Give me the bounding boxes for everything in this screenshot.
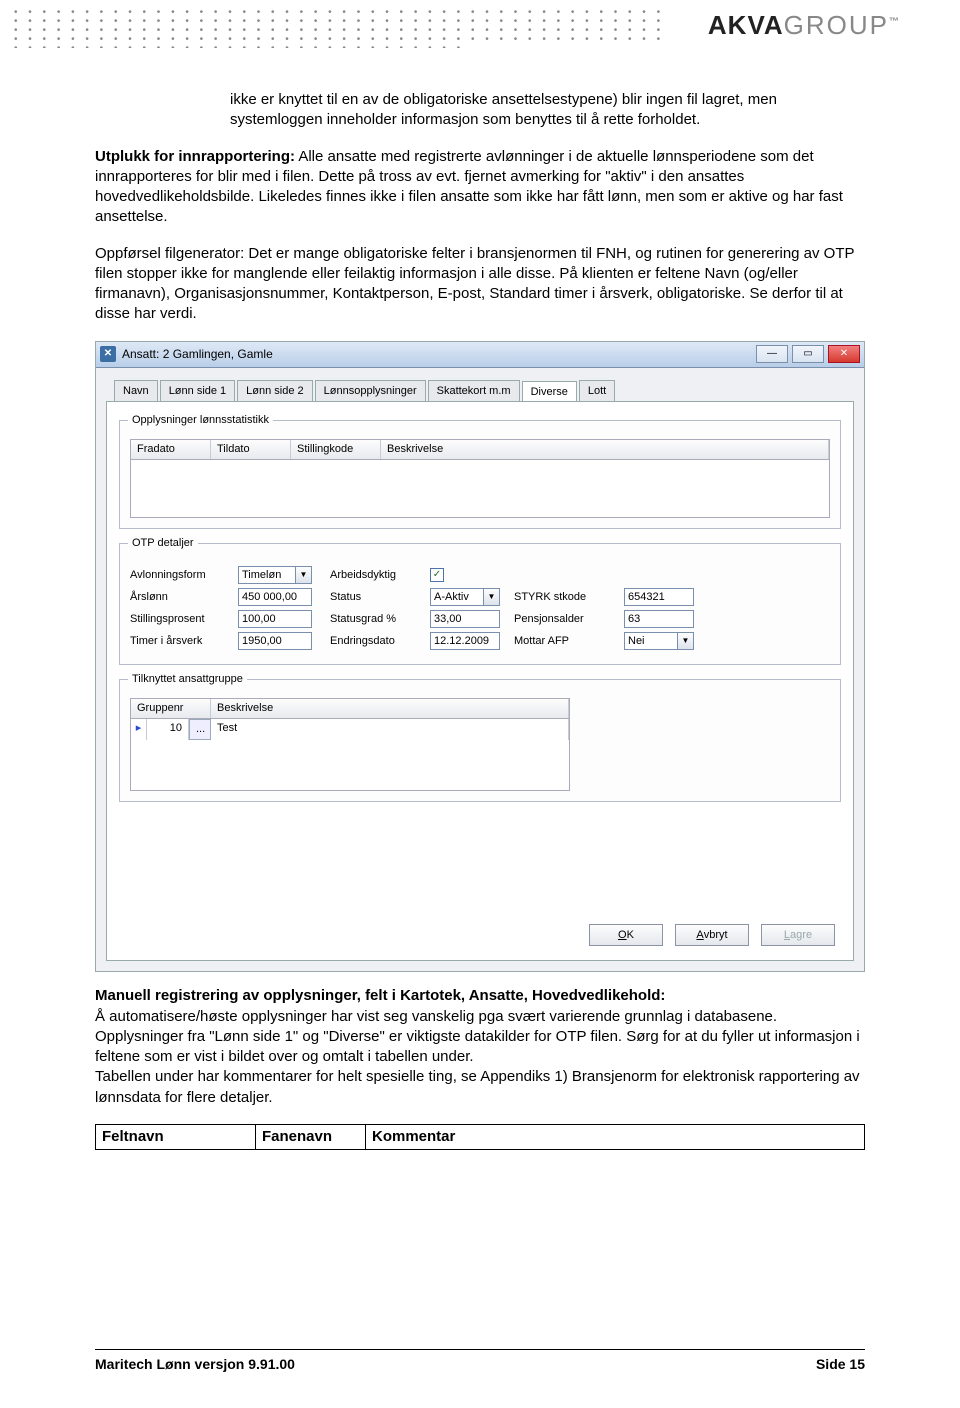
- th-feltnavn: Feltnavn: [96, 1124, 256, 1149]
- h2-text: Manuell registrering av opplysninger, fe…: [95, 987, 665, 1004]
- group-tilknyttet-ansattgruppe: Tilknyttet ansattgruppe Gruppenr Beskriv…: [119, 679, 841, 802]
- arslonn-input[interactable]: [238, 588, 312, 606]
- tab-lott[interactable]: Lott: [579, 380, 615, 402]
- group-otp-legend: OTP detaljer: [128, 536, 198, 551]
- status-input[interactable]: [430, 588, 484, 606]
- arbeidsdyktig-checkbox[interactable]: ✓: [430, 568, 444, 582]
- cell-gruppenr: 10: [147, 719, 189, 740]
- mottar-afp-dropdown[interactable]: ▼: [624, 632, 694, 650]
- logo-brand: AKVA: [708, 10, 784, 40]
- ellipsis-button[interactable]: ...: [189, 719, 211, 740]
- document-body: ikke er knyttet til en av de obligatoris…: [95, 90, 865, 1150]
- page-header: • • • • • • • • • • • • • • • • • • • • …: [0, 6, 960, 54]
- app-icon: ✕: [100, 346, 116, 362]
- window-title: Ansatt: 2 Gamlingen, Gamle: [122, 346, 273, 362]
- mottar-afp-input[interactable]: [624, 632, 678, 650]
- status-dropdown[interactable]: ▼: [430, 588, 500, 606]
- label-statusgrad: Statusgrad %: [330, 612, 430, 627]
- th-kommentar: Kommentar: [366, 1124, 865, 1149]
- col-tildato[interactable]: Tildato: [211, 440, 291, 459]
- footer-left: Maritech Lønn versjon 9.91.00: [95, 1356, 295, 1372]
- stats-grid-body[interactable]: [130, 460, 830, 518]
- th-fanenavn: Fanenavn: [256, 1124, 366, 1149]
- label-pensjonsalder: Pensjonsalder: [514, 612, 624, 627]
- stillingsprosent-input[interactable]: [238, 610, 312, 628]
- group-otp-detaljer: OTP detaljer Avlonningsform ▼ Arbeidsdyk…: [119, 543, 841, 665]
- label-status: Status: [330, 590, 430, 605]
- paragraph-oppforsel: Oppførsel filgenerator: Det er mange obl…: [95, 244, 865, 325]
- tab-lonn-side-2[interactable]: Lønn side 2: [237, 380, 312, 402]
- styrk-input[interactable]: [624, 588, 694, 606]
- save-button[interactable]: Lagre: [761, 924, 835, 946]
- endringsdato-input[interactable]: [430, 632, 500, 650]
- page-footer: Maritech Lønn versjon 9.91.00 Side 15: [95, 1349, 865, 1372]
- brand-logo: AKVAGROUP™: [708, 10, 900, 41]
- ansatt-grid-header: Gruppenr Beskrivelse: [130, 698, 570, 719]
- timer-input[interactable]: [238, 632, 312, 650]
- group-ansatt-legend: Tilknyttet ansattgruppe: [128, 672, 247, 687]
- col-beskrivelse[interactable]: Beskrivelse: [381, 440, 829, 459]
- ok-button[interactable]: OK: [589, 924, 663, 946]
- footer-right: Side 15: [816, 1356, 865, 1372]
- tab-skattekort[interactable]: Skattekort m.m: [428, 380, 520, 402]
- chevron-down-icon[interactable]: ▼: [484, 588, 500, 606]
- label-stillingsprosent: Stillingsprosent: [130, 612, 238, 627]
- header-dots: • • • • • • • • • • • • • • • • • • • • …: [14, 8, 674, 48]
- close-button[interactable]: ✕: [828, 345, 860, 363]
- field-table: Feltnavn Fanenavn Kommentar: [95, 1124, 865, 1150]
- tab-lonn-side-1[interactable]: Lønn side 1: [160, 380, 235, 402]
- cell-beskrivelse: Test: [211, 719, 569, 740]
- label-endringsdato: Endringsdato: [330, 634, 430, 649]
- tab-panel-diverse: Opplysninger lønnsstatistikk Fradato Til…: [106, 401, 854, 961]
- pensjonsalder-input[interactable]: [624, 610, 694, 628]
- row-marker-icon: ▸: [131, 719, 147, 740]
- avlonningsform-dropdown[interactable]: ▼: [238, 566, 312, 584]
- group-stats-legend: Opplysninger lønnsstatistikk: [128, 413, 273, 428]
- heading-manuell-registrering: Manuell registrering av opplysninger, fe…: [95, 986, 865, 1108]
- col-gruppenr[interactable]: Gruppenr: [131, 699, 211, 718]
- table-header-row: Feltnavn Fanenavn Kommentar: [96, 1124, 865, 1149]
- tab-strip: Navn Lønn side 1 Lønn side 2 Lønnsopplys…: [114, 380, 854, 402]
- maximize-button[interactable]: ▭: [792, 345, 824, 363]
- col-stillingkode[interactable]: Stillingkode: [291, 440, 381, 459]
- col-fradato[interactable]: Fradato: [131, 440, 211, 459]
- logo-suffix: GROUP: [784, 10, 889, 40]
- ansatt-grid-body[interactable]: ▸ 10 ... Test: [130, 719, 570, 791]
- stats-grid-header: Fradato Tildato Stillingkode Beskrivelse: [130, 439, 830, 460]
- group-lonnsstatistikk: Opplysninger lønnsstatistikk Fradato Til…: [119, 420, 841, 529]
- tab-lonnsopplysninger[interactable]: Lønnsopplysninger: [315, 380, 426, 402]
- label-timer: Timer i årsverk: [130, 634, 238, 649]
- p1-lead: Utplukk for innrapportering:: [95, 148, 295, 165]
- col-beskrivelse-2[interactable]: Beskrivelse: [211, 699, 569, 718]
- label-arslonn: Årslønn: [130, 590, 238, 605]
- paragraph-utplukk: Utplukk for innrapportering: Alle ansatt…: [95, 147, 865, 228]
- label-mottar-afp: Mottar AFP: [514, 634, 624, 649]
- tab-diverse[interactable]: Diverse: [522, 381, 577, 403]
- cancel-button[interactable]: Avbryt: [675, 924, 749, 946]
- label-styrk: STYRK stkode: [514, 590, 624, 605]
- table-row[interactable]: ▸ 10 ... Test: [131, 719, 569, 740]
- minimize-button[interactable]: —: [756, 345, 788, 363]
- p4-text: Tabellen under har kommentarer for helt …: [95, 1068, 860, 1105]
- dialog-buttons: OK Avbryt Lagre: [589, 924, 835, 946]
- chevron-down-icon[interactable]: ▼: [678, 632, 694, 650]
- avlonningsform-input[interactable]: [238, 566, 296, 584]
- window-titlebar[interactable]: ✕ Ansatt: 2 Gamlingen, Gamle — ▭ ✕: [96, 342, 864, 368]
- statusgrad-input[interactable]: [430, 610, 500, 628]
- label-arbeidsdyktig: Arbeidsdyktig: [330, 568, 430, 583]
- app-window: ✕ Ansatt: 2 Gamlingen, Gamle — ▭ ✕ Navn …: [95, 341, 865, 973]
- label-avlonningsform: Avlonningsform: [130, 568, 238, 583]
- paragraph-continuation: ikke er knyttet til en av de obligatoris…: [230, 90, 865, 131]
- tab-navn[interactable]: Navn: [114, 380, 158, 402]
- chevron-down-icon[interactable]: ▼: [296, 566, 312, 584]
- p3-text: Å automatisere/høste opplysninger har vi…: [95, 1008, 860, 1066]
